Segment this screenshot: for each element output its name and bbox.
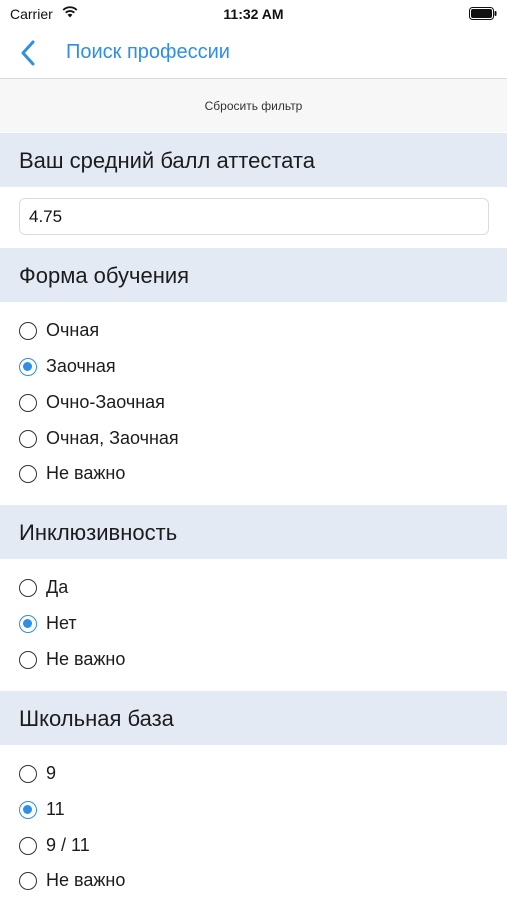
study-form-section-header: Форма обучения [0,248,507,302]
radio-study-form-full-time[interactable]: Очная [19,318,319,348]
radio-label: 9 / 11 [46,835,90,855]
reset-filter-button[interactable]: Сбросить фильтр [0,79,507,132]
radio-label: Очная, Заочная [46,428,179,448]
radio-school-base-any[interactable]: Не важно [19,868,319,898]
radio-circle [19,615,37,633]
radio-circle [19,358,37,376]
radio-label: Заочная [46,356,116,376]
radio-circle [19,322,37,340]
radio-label: Очно-Заочная [46,392,165,412]
radio-inclusivity-any[interactable]: Не важно [19,647,319,677]
school-base-section-title: Школьная база [19,706,174,731]
radio-study-form-any[interactable]: Не важно [19,461,319,491]
inclusivity-section-title: Инклюзивность [19,520,178,545]
radio-circle [19,579,37,597]
radio-circle [19,465,37,483]
reset-filter-bar: Сбросить фильтр [0,79,507,132]
radio-label: Очная [46,320,100,340]
radio-school-base-11[interactable]: 11 [19,797,319,827]
radio-inclusivity-no[interactable]: Нет [19,611,319,641]
radio-study-form-correspondence[interactable]: Заочная [19,354,319,384]
inclusivity-section-header: Инклюзивность [0,505,507,559]
radio-label: Не важно [46,870,126,890]
radio-school-base-9-11[interactable]: 9 / 11 [19,833,319,863]
radio-circle [19,872,37,890]
school-base-section-header: Школьная база [0,691,507,745]
gpa-input[interactable] [20,199,469,234]
battery-icon [469,7,497,25]
status-bar: Carrier 11:32 AM [0,0,507,28]
radio-circle [19,651,37,669]
nav-title[interactable]: Поиск профессии [66,41,230,64]
radio-circle [19,801,37,819]
gpa-section-header: Ваш средний балл аттестата [0,133,507,187]
back-chevron-icon[interactable] [20,40,44,66]
radio-circle [19,837,37,855]
radio-label: 11 [46,799,65,819]
radio-label: Нет [46,613,77,633]
radio-label: 9 [46,763,57,783]
study-form-section-title: Форма обучения [19,263,190,288]
radio-circle [19,430,37,448]
radio-label: Не важно [46,649,126,669]
radio-study-form-full-or-correspondence[interactable]: Очная, Заочная [19,426,319,456]
radio-label: Да [46,577,69,597]
gpa-input-container [19,198,489,235]
radio-label: Не важно [46,463,126,483]
radio-school-base-9[interactable]: 9 [19,761,319,791]
gpa-section-title: Ваш средний балл аттестата [19,148,315,173]
radio-circle [19,765,37,783]
status-time: 11:32 AM [223,6,284,22]
radio-study-form-part-time[interactable]: Очно-Заочная [19,390,319,420]
navigation-bar: Поиск профессии [0,28,507,79]
radio-inclusivity-yes[interactable]: Да [19,575,319,605]
radio-circle [19,394,37,412]
